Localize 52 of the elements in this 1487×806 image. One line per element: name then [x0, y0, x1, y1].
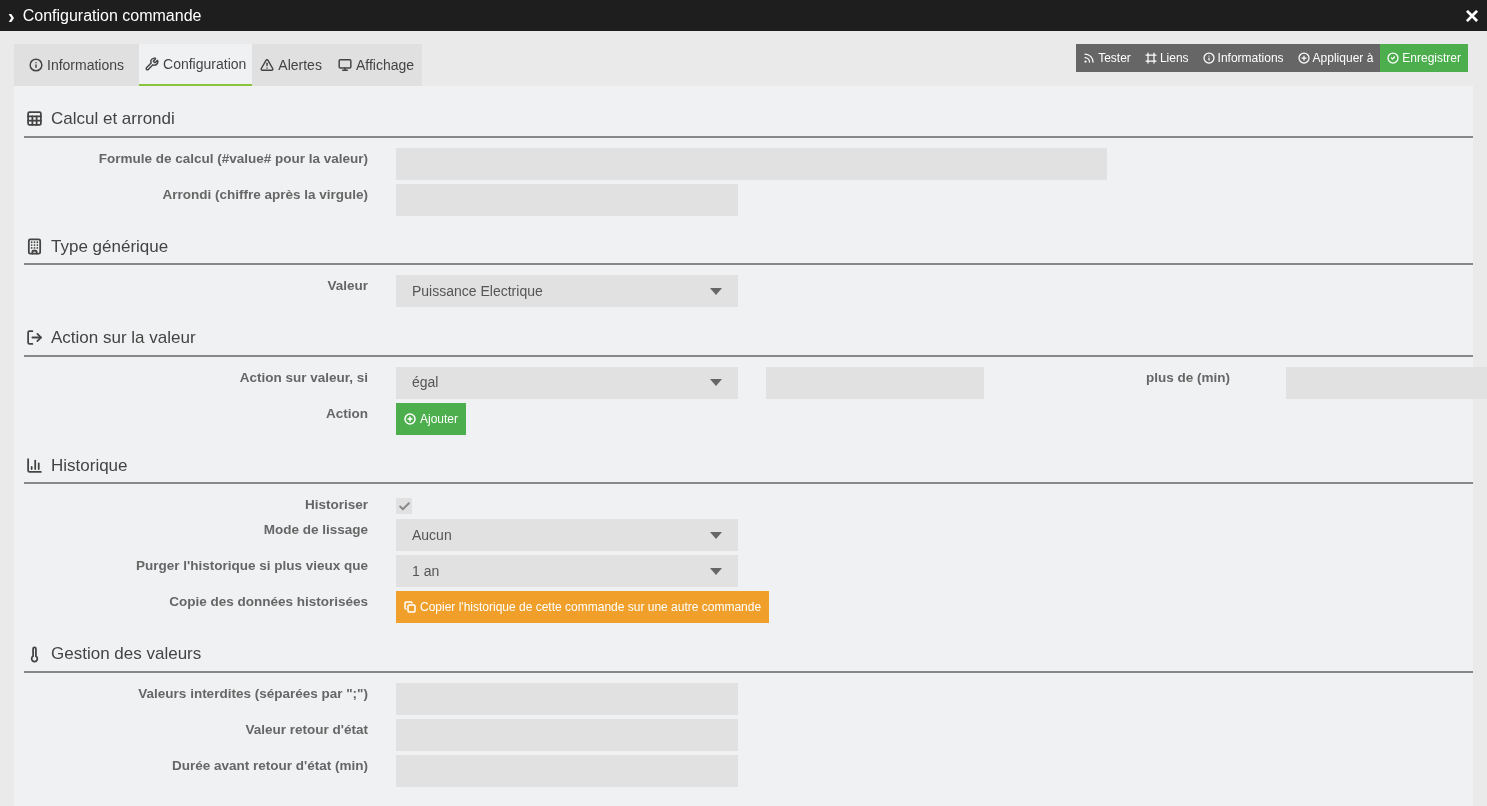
collapse-toggle[interactable]: ›	[8, 5, 15, 26]
field-label: Valeur retour d'état	[244, 720, 369, 739]
field-label: Purger l'historique si plus vieux que	[135, 557, 369, 576]
table-icon	[26, 110, 43, 128]
section-title: Action sur la valeur	[51, 327, 196, 349]
bar-chart-icon	[26, 456, 43, 474]
field-label: Arrondi (chiffre après la virgule)	[161, 185, 369, 204]
toolbar-button[interactable]: Tester	[1076, 44, 1138, 72]
caret-icon	[710, 287, 722, 295]
building-icon	[26, 237, 43, 255]
field-label: Action	[325, 404, 369, 423]
check-circle-icon	[1387, 52, 1400, 64]
field-label: Valeur	[326, 277, 369, 295]
dropdown[interactable]: Puissance Electrique	[396, 275, 738, 307]
info-icon	[29, 58, 43, 72]
dropdown[interactable]: égal	[396, 366, 738, 399]
dropdown[interactable]: Aucun	[396, 519, 738, 552]
sign-out-icon	[26, 329, 43, 347]
toolbar-button[interactable]: Informations	[1195, 44, 1291, 72]
monitor-icon	[337, 58, 352, 72]
caret-icon	[710, 567, 722, 575]
window-title: Configuration commande	[22, 5, 202, 26]
field-label: Valeurs interdites (séparées par ";")	[137, 684, 369, 703]
section-title: Historique	[51, 454, 128, 477]
field-label: plus de (min)	[1145, 368, 1231, 387]
toolbar-button[interactable]: Liens	[1137, 44, 1196, 72]
tab[interactable]: Affichage	[329, 44, 423, 86]
checkbox[interactable]	[396, 498, 412, 514]
field-label: Mode de lissage	[262, 521, 369, 540]
warning-icon	[260, 58, 275, 72]
section-title: Gestion des valeurs	[51, 643, 202, 666]
field-label: Durée avant retour d'état (min)	[171, 756, 369, 775]
copy-icon	[404, 601, 416, 614]
info-icon	[1202, 52, 1215, 64]
section-title: Type générique	[51, 235, 169, 258]
rss-icon	[1083, 52, 1096, 64]
field-label: Formule de calcul (#value# pour la valeur)	[97, 149, 369, 168]
field-label: Historiser	[303, 496, 369, 514]
plus-circle-icon	[404, 412, 416, 425]
tab[interactable]: Informations	[14, 44, 140, 86]
caret-icon	[710, 379, 722, 386]
field-label: Action sur valeur, si	[238, 368, 369, 387]
tab[interactable]: Alertes	[252, 44, 330, 86]
caret-icon	[710, 531, 722, 539]
tab[interactable]: Configuration	[139, 44, 253, 86]
dropdown[interactable]: 1 an	[396, 555, 738, 588]
field-label: Copie des données historisées	[168, 593, 369, 612]
toolbar-button[interactable]: Appliquer à	[1290, 44, 1381, 72]
plus-circle-icon	[1297, 52, 1310, 64]
wrench-icon	[145, 57, 160, 71]
section-title: Calcul et arrondi	[51, 108, 175, 130]
close-button[interactable]: ×	[1465, 3, 1479, 28]
